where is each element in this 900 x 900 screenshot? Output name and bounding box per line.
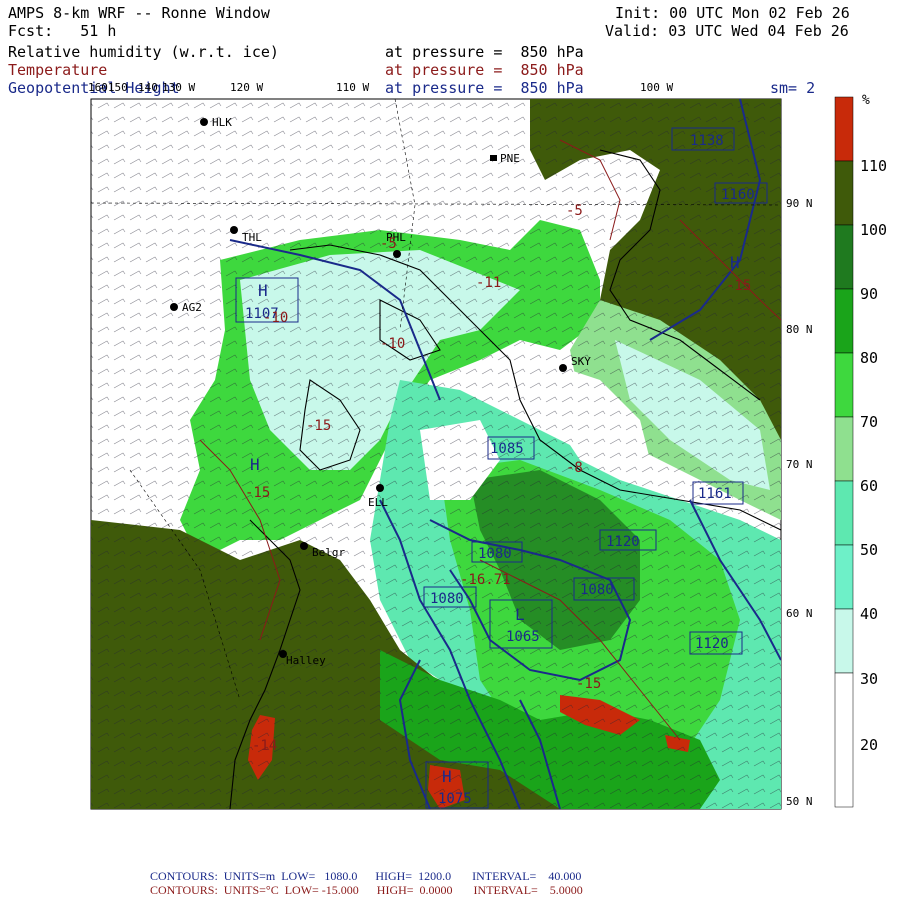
humidity-shading [91, 99, 781, 809]
temp-label: -5 [380, 236, 397, 252]
colorbar-tick: 110 [860, 157, 887, 175]
temp-label: -5 [566, 203, 583, 219]
temp-label: -14 [252, 738, 277, 754]
pressure-center-type: H [442, 767, 452, 786]
pressure-center-type: H [258, 281, 268, 300]
colorbar-tick: 90 [860, 285, 878, 303]
lon-label: 100 W [640, 81, 673, 94]
pressure-center-type: H [250, 455, 260, 474]
station-label: PNE [500, 152, 520, 165]
station-label: ELL [368, 496, 388, 509]
pressure-center-type: H [730, 253, 740, 272]
temp-label: -11 [476, 275, 501, 291]
station-label: THL [242, 231, 262, 244]
footer-height-contours: CONTOURS: UNITS=m LOW= 1080.0 HIGH= 1200… [150, 869, 582, 883]
height-label: 1075 [438, 791, 472, 807]
pressure-center-type: L [515, 605, 525, 624]
colorbar-tick: 30 [860, 670, 878, 688]
height-label: 1160 [721, 187, 755, 203]
height-label: 1120 [695, 636, 729, 652]
lon-label: 110 W [336, 81, 369, 94]
lon-label: 130 W [162, 81, 195, 94]
colorbar-tick: 60 [860, 477, 878, 495]
lat-label: 50 N [786, 795, 813, 808]
temp-label: -15 [576, 676, 601, 692]
height-label: 1065 [506, 629, 540, 645]
colorbar-tick: 20 [860, 736, 878, 754]
height-label: 1085 [490, 441, 524, 457]
temp-label: -10 [380, 336, 405, 352]
height-label: 1161 [698, 486, 732, 502]
lat-label: 90 N [786, 197, 813, 210]
height-label: 1080 [430, 591, 464, 607]
colorbar-tick: 100 [860, 221, 887, 239]
footer-temp-contours: CONTOURS: UNITS=°C LOW= -15.000 HIGH= 0.… [150, 883, 583, 897]
lat-label: 70 N [786, 458, 813, 471]
temp-label: -8 [566, 460, 583, 476]
lat-label: 80 N [786, 323, 813, 336]
colorbar-unit: % [862, 93, 870, 108]
lat-label: 60 N [786, 607, 813, 620]
temp-label: -10 [263, 310, 288, 326]
temp-label: -15 [726, 278, 751, 294]
height-label: 1080 [478, 546, 512, 562]
height-label: 1138 [690, 133, 724, 149]
station-label: SKY [571, 355, 591, 368]
lon-label: 140 [138, 81, 158, 94]
station-label: Belgr [312, 546, 345, 559]
height-label: 1120 [606, 534, 640, 550]
temp-label: -15 [245, 485, 270, 501]
temp-label: -16.71 [460, 572, 511, 588]
colorbar-tick: 80 [860, 349, 878, 367]
lon-label: 120 W [230, 81, 263, 94]
colorbar: % 110 100 90 80 70 60 50 40 30 20 [834, 93, 887, 808]
station-label: Halley [286, 654, 326, 667]
colorbar-tick: 50 [860, 541, 878, 559]
colorbar-tick: 40 [860, 605, 878, 623]
lon-label: 160150 [88, 81, 128, 94]
height-label: 1080 [580, 582, 614, 598]
map-plot: 160150 140 130 W 120 W 110 W 100 W 90 N … [88, 81, 887, 810]
station-label: HLK [212, 116, 232, 129]
colorbar-tick: 70 [860, 413, 878, 431]
temp-label: -15 [306, 418, 331, 434]
station-label: AG2 [182, 301, 202, 314]
